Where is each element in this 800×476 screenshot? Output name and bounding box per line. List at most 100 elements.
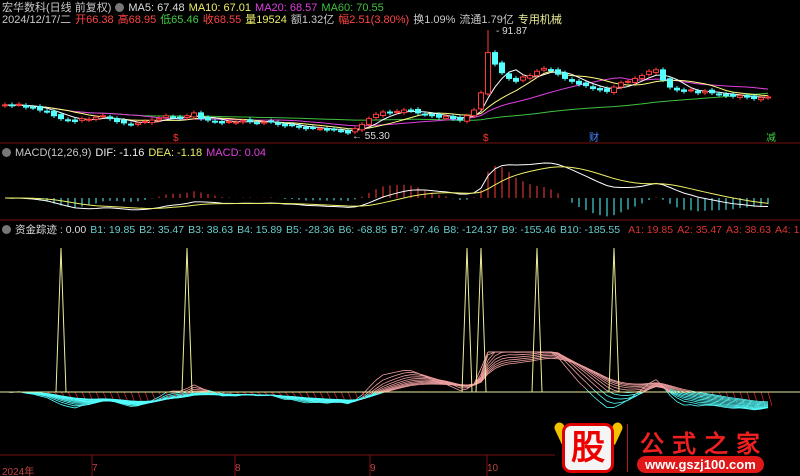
fund-line-b1 <box>599 401 608 408</box>
fund-line-b8 <box>746 401 755 404</box>
low-label: ← 55.30 <box>352 131 390 142</box>
fund-line-b10 <box>753 400 762 402</box>
fund-line-b10 <box>543 357 552 360</box>
candle-body <box>93 116 99 120</box>
fund-line-b7 <box>431 381 440 383</box>
fund-line-b5 <box>606 386 615 391</box>
fund-line-b10 <box>515 361 524 364</box>
fund-spike <box>531 247 543 393</box>
candle-body <box>149 119 155 124</box>
fund-hatch <box>284 391 290 397</box>
fund-spike <box>55 247 67 393</box>
fund-line-b5 <box>739 404 748 406</box>
candle-body <box>702 90 708 94</box>
candle-body <box>681 89 687 92</box>
candle-body <box>296 125 302 128</box>
fund-line-b6 <box>725 401 734 404</box>
fund-line-b2 <box>585 381 594 390</box>
stock-chart: 宏华数科(日线 前复权) MA5: 67.48 MA10: 67.01 MA20: 6… <box>0 0 800 476</box>
candle-body <box>380 111 386 116</box>
fund-line-b1 <box>676 401 685 406</box>
dif-line <box>4 162 769 211</box>
fund-line-b8 <box>697 394 706 397</box>
candle-body <box>639 75 645 79</box>
candle-body <box>667 78 673 88</box>
fund-line-b10 <box>445 384 454 386</box>
candle-body <box>359 123 365 131</box>
fund-line-b8 <box>515 358 524 360</box>
candle-body <box>387 111 393 114</box>
fund-line-b4 <box>739 405 748 407</box>
candle-body <box>121 119 127 124</box>
fund-line-b7 <box>739 401 748 404</box>
candle-body <box>716 93 722 96</box>
fund-line-b3 <box>599 389 608 396</box>
candle-body <box>646 70 652 75</box>
fund-line-b6 <box>410 379 419 382</box>
fund-line-b1 <box>592 395 601 403</box>
candle-body <box>191 112 197 118</box>
fund-line-b6 <box>746 403 755 406</box>
fund-spike <box>475 247 487 393</box>
candle-body <box>513 77 519 82</box>
candle-body <box>282 123 288 127</box>
candle-body <box>23 104 29 108</box>
candle-body <box>555 69 561 75</box>
fund-line-b6 <box>739 403 748 405</box>
fund-line-b2 <box>683 400 692 403</box>
candle-body <box>611 86 617 94</box>
fund-line-b9 <box>753 401 762 403</box>
fund-line-b7 <box>697 395 706 398</box>
candle-body <box>590 86 596 89</box>
fund-line-b6 <box>718 400 727 403</box>
fund-line-b2 <box>599 395 608 402</box>
fund-line-b7 <box>725 400 734 402</box>
candle-body <box>37 106 43 111</box>
candle-body <box>233 121 239 124</box>
fund-line-b3 <box>620 397 629 400</box>
candle-body <box>625 80 631 83</box>
candle-body <box>443 115 449 119</box>
fund-line-b5 <box>403 378 412 382</box>
fund-line-b4 <box>718 402 727 405</box>
candle-body <box>464 115 470 122</box>
candle-body <box>177 116 183 120</box>
candle-body <box>730 94 736 97</box>
fund-line-b10 <box>508 362 517 365</box>
candle-body <box>695 90 701 94</box>
fund-line-b6 <box>501 354 510 357</box>
candle-body <box>254 122 260 125</box>
event-mark: $ <box>483 133 489 144</box>
ma60-line <box>4 92 769 121</box>
fund-line-b8 <box>725 398 734 401</box>
candle-body <box>275 122 281 125</box>
event-mark: 减 <box>766 132 776 144</box>
fund-line-b3 <box>396 375 405 379</box>
fund-line-b3 <box>382 380 391 385</box>
fund-line-b3 <box>704 402 713 404</box>
candle-body <box>408 109 414 112</box>
fund-line-b4 <box>683 396 692 400</box>
fund-line-b3 <box>403 374 412 377</box>
fund-line-b6 <box>613 386 622 390</box>
candle-body <box>604 88 610 92</box>
candle-body <box>16 103 22 106</box>
fund-line-b3 <box>172 393 181 396</box>
candle-body <box>303 126 309 130</box>
fund-line-b6 <box>697 397 706 399</box>
watermark-logo: 股 公式之家 www.gszj100.com <box>552 420 800 476</box>
fund-line-b2 <box>67 403 76 407</box>
fund-line-b3 <box>711 402 720 405</box>
candle-body <box>436 114 442 118</box>
candle-body <box>2 104 8 107</box>
fund-line-b9 <box>522 359 531 361</box>
fund-line-b10 <box>39 392 48 394</box>
candle-body <box>289 124 295 127</box>
fund-line-b7 <box>522 355 531 357</box>
candle-body <box>268 120 274 123</box>
chart-canvas[interactable]: - 91.87 ← 55.30 $ $ 财 减 <box>0 0 800 476</box>
candle-body <box>415 108 421 114</box>
fund-line-b8 <box>620 384 629 387</box>
fund-line-b3 <box>389 377 398 382</box>
fund-line-b8 <box>410 382 419 385</box>
